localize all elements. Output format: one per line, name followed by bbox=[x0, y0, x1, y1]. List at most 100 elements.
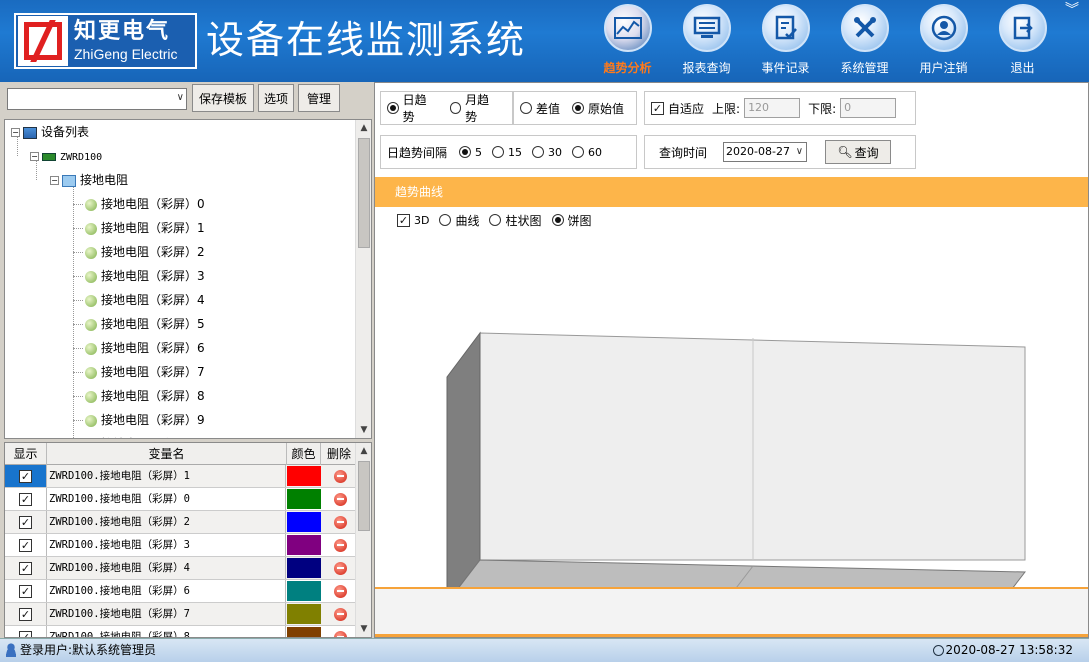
interval-5-radio[interactable]: 5 bbox=[459, 146, 482, 159]
delete-cell[interactable] bbox=[323, 626, 357, 637]
table-row[interactable]: ✓ ZWRD100.接地电阻（彩屏）2 bbox=[5, 511, 357, 534]
table-scrollbar[interactable]: ▲ ▼ bbox=[355, 443, 371, 637]
query-button[interactable]: 🔍︎ 查询 bbox=[825, 140, 892, 164]
delete-icon[interactable] bbox=[333, 630, 347, 637]
show-cell[interactable]: ✓ bbox=[5, 580, 47, 602]
delete-icon[interactable] bbox=[333, 584, 347, 598]
show-checkbox[interactable]: ✓ bbox=[19, 561, 32, 575]
collapse-chevron-icon[interactable]: ︾ bbox=[1055, 0, 1089, 22]
scroll-up-icon[interactable]: ▲ bbox=[356, 443, 371, 459]
delete-icon[interactable] bbox=[333, 469, 347, 483]
nav-report-query[interactable]: 报表查询 bbox=[667, 4, 746, 78]
color-swatch[interactable] bbox=[287, 466, 321, 486]
interval-30-radio[interactable]: 30 bbox=[532, 146, 562, 159]
delete-icon[interactable] bbox=[333, 538, 347, 552]
nav-user-logout[interactable]: 用户注销 bbox=[904, 4, 983, 78]
tree-leaf-item[interactable]: 接地电阻（彩屏）8 bbox=[85, 386, 205, 406]
delete-cell[interactable] bbox=[323, 603, 357, 625]
pie-chart-radio[interactable]: 饼图 bbox=[551, 212, 592, 229]
delete-icon[interactable] bbox=[333, 561, 347, 575]
nav-trend-analysis[interactable]: 趋势分析 bbox=[588, 4, 667, 78]
show-cell[interactable]: ✓ bbox=[5, 511, 47, 533]
table-row[interactable]: ✓ ZWRD100.接地电阻（彩屏）4 bbox=[5, 557, 357, 580]
show-checkbox[interactable]: ✓ bbox=[19, 515, 32, 529]
manage-button[interactable]: 管理 bbox=[298, 84, 340, 112]
show-checkbox[interactable]: ✓ bbox=[19, 607, 32, 621]
options-button[interactable]: 选项 bbox=[258, 84, 294, 112]
tree-leaf-item[interactable]: 接地电阻（彩屏）2 bbox=[85, 242, 205, 262]
nav-event-log[interactable]: 事件记录 bbox=[746, 4, 825, 78]
show-cell[interactable]: ✓ bbox=[5, 488, 47, 510]
query-date-picker[interactable]: 2020-08-27 ∨ bbox=[723, 142, 808, 162]
interval-60-radio[interactable]: 60 bbox=[572, 146, 602, 159]
tree-leaf-item[interactable]: 接地电阻（彩屏）1 bbox=[85, 218, 205, 238]
delete-cell[interactable] bbox=[323, 557, 357, 579]
tree-group[interactable]: − 接地电阻 bbox=[50, 170, 128, 190]
scroll-up-icon[interactable]: ▲ bbox=[356, 120, 371, 136]
table-row[interactable]: ✓ ZWRD100.接地电阻（彩屏）3 bbox=[5, 534, 357, 557]
monthly-trend-radio[interactable]: 月趋势 bbox=[449, 91, 501, 125]
lower-limit-input[interactable]: 0 bbox=[840, 98, 897, 118]
show-checkbox[interactable]: ✓ bbox=[19, 469, 32, 483]
tree-device[interactable]: − ZWRD100 bbox=[30, 146, 102, 166]
collapse-icon[interactable]: − bbox=[50, 176, 59, 185]
tree-scrollbar[interactable]: ▲ ▼ bbox=[355, 120, 371, 438]
show-checkbox[interactable]: ✓ bbox=[19, 584, 32, 598]
upper-limit-input[interactable]: 120 bbox=[744, 98, 801, 118]
color-swatch[interactable] bbox=[287, 558, 321, 578]
template-select[interactable]: ∨ bbox=[7, 88, 187, 110]
table-row[interactable]: ✓ ZWRD100.接地电阻（彩屏）8 bbox=[5, 626, 357, 637]
collapse-icon[interactable]: − bbox=[30, 152, 39, 161]
tree-leaf-item[interactable]: 接地电阻（彩屏）4 bbox=[85, 290, 205, 310]
scroll-thumb[interactable] bbox=[358, 461, 370, 531]
color-swatch[interactable] bbox=[287, 627, 321, 637]
table-row[interactable]: ✓ ZWRD100.接地电阻（彩屏）6 bbox=[5, 580, 357, 603]
tree-leaf-item[interactable]: 接地电阻（彩屏） bbox=[85, 434, 197, 438]
color-swatch[interactable] bbox=[287, 604, 321, 624]
show-cell[interactable]: ✓ bbox=[5, 557, 47, 579]
show-checkbox[interactable]: ✓ bbox=[19, 630, 32, 637]
scroll-thumb[interactable] bbox=[358, 138, 370, 248]
tree-leaf-item[interactable]: 接地电阻（彩屏）6 bbox=[85, 338, 205, 358]
delete-cell[interactable] bbox=[323, 534, 357, 556]
nav-system-management[interactable]: 系统管理 bbox=[825, 4, 904, 78]
table-row[interactable]: ✓ ZWRD100.接地电阻（彩屏）1 bbox=[5, 465, 357, 488]
scroll-down-icon[interactable]: ▼ bbox=[356, 422, 371, 438]
daily-trend-radio[interactable]: 日趋势 bbox=[387, 91, 438, 125]
tree-leaf-item[interactable]: 接地电阻（彩屏）0 bbox=[85, 194, 205, 214]
3d-checkbox[interactable]: ✓ 3D bbox=[397, 213, 429, 227]
show-cell[interactable]: ✓ bbox=[5, 603, 47, 625]
collapse-icon[interactable]: − bbox=[11, 128, 20, 137]
tree-leaf-item[interactable]: 接地电阻（彩屏）3 bbox=[85, 266, 205, 286]
tree-leaf-item[interactable]: 接地电阻（彩屏）7 bbox=[85, 362, 205, 382]
nav-exit[interactable]: 退出 bbox=[983, 4, 1062, 78]
delete-cell[interactable] bbox=[323, 580, 357, 602]
delete-icon[interactable] bbox=[333, 492, 347, 506]
color-swatch[interactable] bbox=[287, 512, 321, 532]
delete-cell[interactable] bbox=[323, 465, 357, 487]
interval-15-radio[interactable]: 15 bbox=[492, 146, 522, 159]
tree-leaf-item[interactable]: 接地电阻（彩屏）9 bbox=[85, 410, 205, 430]
table-row[interactable]: ✓ ZWRD100.接地电阻（彩屏）0 bbox=[5, 488, 357, 511]
diff-value-radio[interactable]: 差值 bbox=[520, 100, 560, 117]
scroll-down-icon[interactable]: ▼ bbox=[356, 621, 371, 637]
delete-cell[interactable] bbox=[323, 511, 357, 533]
delete-cell[interactable] bbox=[323, 488, 357, 510]
show-checkbox[interactable]: ✓ bbox=[19, 492, 32, 506]
show-cell[interactable]: ✓ bbox=[5, 465, 47, 487]
color-swatch[interactable] bbox=[287, 535, 321, 555]
bar-chart-radio[interactable]: 柱状图 bbox=[489, 212, 542, 229]
table-row[interactable]: ✓ ZWRD100.接地电阻（彩屏）7 bbox=[5, 603, 357, 626]
color-swatch[interactable] bbox=[287, 581, 321, 601]
color-swatch[interactable] bbox=[287, 489, 321, 509]
show-cell[interactable]: ✓ bbox=[5, 626, 47, 637]
show-cell[interactable]: ✓ bbox=[5, 534, 47, 556]
show-checkbox[interactable]: ✓ bbox=[19, 538, 32, 552]
tree-root[interactable]: − 设备列表 bbox=[11, 122, 89, 142]
curve-radio[interactable]: 曲线 bbox=[439, 212, 479, 229]
adaptive-checkbox[interactable]: ✓ 自适应 bbox=[651, 100, 704, 117]
delete-icon[interactable] bbox=[333, 515, 347, 529]
delete-icon[interactable] bbox=[333, 607, 347, 621]
tree-leaf-item[interactable]: 接地电阻（彩屏）5 bbox=[85, 314, 205, 334]
raw-value-radio[interactable]: 原始值 bbox=[572, 100, 624, 117]
